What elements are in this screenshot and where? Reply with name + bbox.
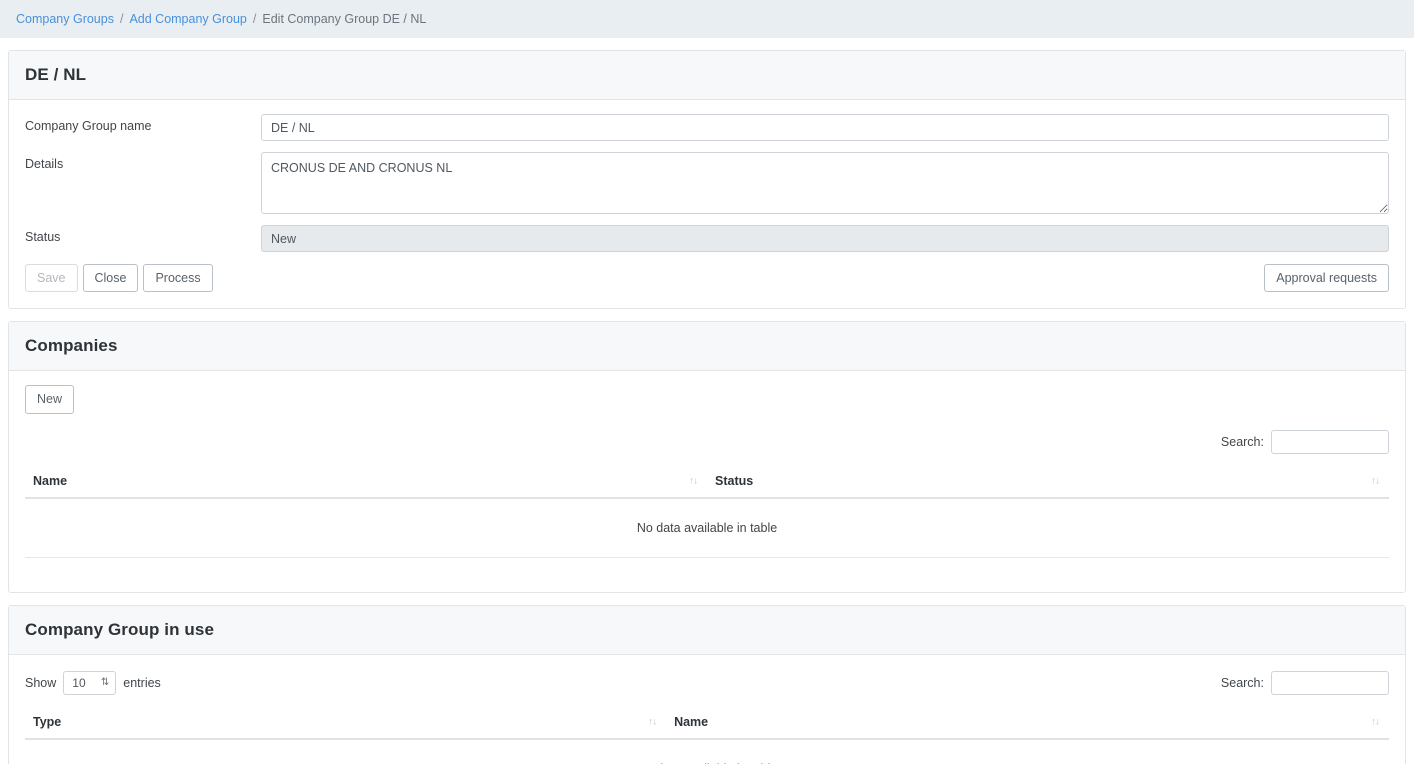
in-use-table-toolbar: Show 10 25 50 100 ⇅ entries Search:: [25, 669, 1389, 697]
detail-card-body: Company Group name Details CRONUS DE AND…: [9, 100, 1405, 308]
in-use-table-header-row: Type ↑↓ Name ↑↓: [25, 706, 1389, 740]
page-length-select[interactable]: 10 25 50 100: [63, 670, 117, 695]
status-label: Status: [25, 230, 61, 244]
entries-label: entries: [123, 675, 161, 690]
in-use-column-name[interactable]: Name ↑↓: [666, 706, 1389, 740]
breadcrumb: Company Groups / Add Company Group / Edi…: [0, 0, 1414, 38]
company-group-in-use-card: Company Group in use Show 10 25 50 100 ⇅…: [8, 604, 1406, 764]
in-use-title: Company Group in use: [25, 619, 215, 639]
companies-column-status-label: Status: [715, 473, 754, 488]
in-use-empty-row: No data available in table: [25, 738, 1389, 764]
detail-card-header: DE / NL: [9, 51, 1405, 100]
form-row-name: Company Group name: [25, 114, 1389, 141]
companies-empty-message: No data available in table: [25, 497, 1389, 558]
companies-card-body: New Search: Name ↑↓ Status ↑↓ No data av…: [9, 371, 1405, 591]
form-row-details: Details CRONUS DE AND CRONUS NL: [25, 152, 1389, 214]
show-label: Show: [25, 675, 57, 690]
companies-table-toolbar: Search:: [25, 428, 1389, 456]
detail-action-row: Save Close Process Approval requests: [25, 264, 1389, 293]
sort-icon: ↑↓: [648, 716, 657, 728]
breadcrumb-item-company-groups[interactable]: Company Groups: [16, 12, 114, 26]
process-button[interactable]: Process: [143, 264, 213, 293]
status-input: [261, 225, 1389, 252]
companies-column-name-label: Name: [33, 473, 68, 488]
in-use-search-control: Search:: [1220, 670, 1389, 695]
close-button[interactable]: Close: [82, 264, 139, 293]
sort-icon: ↑↓: [1371, 716, 1380, 728]
companies-search-control: Search:: [1220, 429, 1389, 454]
sort-icon: ↑↓: [1371, 475, 1380, 487]
breadcrumb-separator: /: [119, 12, 124, 26]
in-use-card-body: Show 10 25 50 100 ⇅ entries Search:: [9, 655, 1405, 764]
page-length-select-wrap: 10 25 50 100 ⇅: [63, 670, 117, 695]
save-button[interactable]: Save: [25, 264, 78, 293]
companies-card-header: Companies: [9, 322, 1405, 372]
companies-column-status[interactable]: Status ↑↓: [707, 465, 1389, 499]
companies-title: Companies: [25, 336, 118, 356]
in-use-table: Type ↑↓ Name ↑↓ No data available in tab…: [25, 706, 1389, 764]
in-use-length-control: Show 10 25 50 100 ⇅ entries: [25, 670, 161, 695]
in-use-empty-message: No data available in table: [25, 738, 1389, 764]
in-use-column-type-label: Type: [33, 714, 62, 729]
company-group-name-input[interactable]: [261, 114, 1389, 141]
in-use-search-input[interactable]: [1271, 670, 1389, 695]
in-use-card-header: Company Group in use: [9, 605, 1405, 655]
companies-new-row: New: [25, 385, 1389, 414]
companies-table: Name ↑↓ Status ↑↓ No data available in t…: [25, 465, 1389, 558]
breadcrumb-item-add-company-group[interactable]: Add Company Group: [129, 12, 246, 26]
approval-requests-button[interactable]: Approval requests: [1264, 264, 1389, 293]
details-label: Details: [25, 157, 64, 171]
in-use-column-type[interactable]: Type ↑↓: [25, 706, 667, 740]
companies-card: Companies New Search: Name ↑↓ Status ↑↓ …: [8, 321, 1406, 593]
companies-empty-row: No data available in table: [25, 497, 1389, 558]
company-group-detail-card: DE / NL Company Group name Details CRONU…: [8, 50, 1406, 310]
company-group-name-label: Company Group name: [25, 119, 152, 133]
companies-table-header-row: Name ↑↓ Status ↑↓: [25, 465, 1389, 499]
companies-search-label: Search:: [1220, 434, 1264, 449]
companies-column-name[interactable]: Name ↑↓: [25, 465, 707, 499]
breadcrumb-separator: /: [252, 12, 257, 26]
sort-icon: ↑↓: [689, 475, 698, 487]
in-use-column-name-label: Name: [674, 714, 709, 729]
form-row-status: Status: [25, 225, 1389, 252]
in-use-search-label: Search:: [1220, 675, 1264, 690]
breadcrumb-item-current: Edit Company Group DE / NL: [262, 12, 427, 26]
companies-search-input[interactable]: [1271, 429, 1389, 454]
new-company-button[interactable]: New: [25, 385, 75, 414]
page-title: DE / NL: [25, 65, 87, 84]
details-textarea[interactable]: CRONUS DE AND CRONUS NL: [261, 152, 1389, 214]
